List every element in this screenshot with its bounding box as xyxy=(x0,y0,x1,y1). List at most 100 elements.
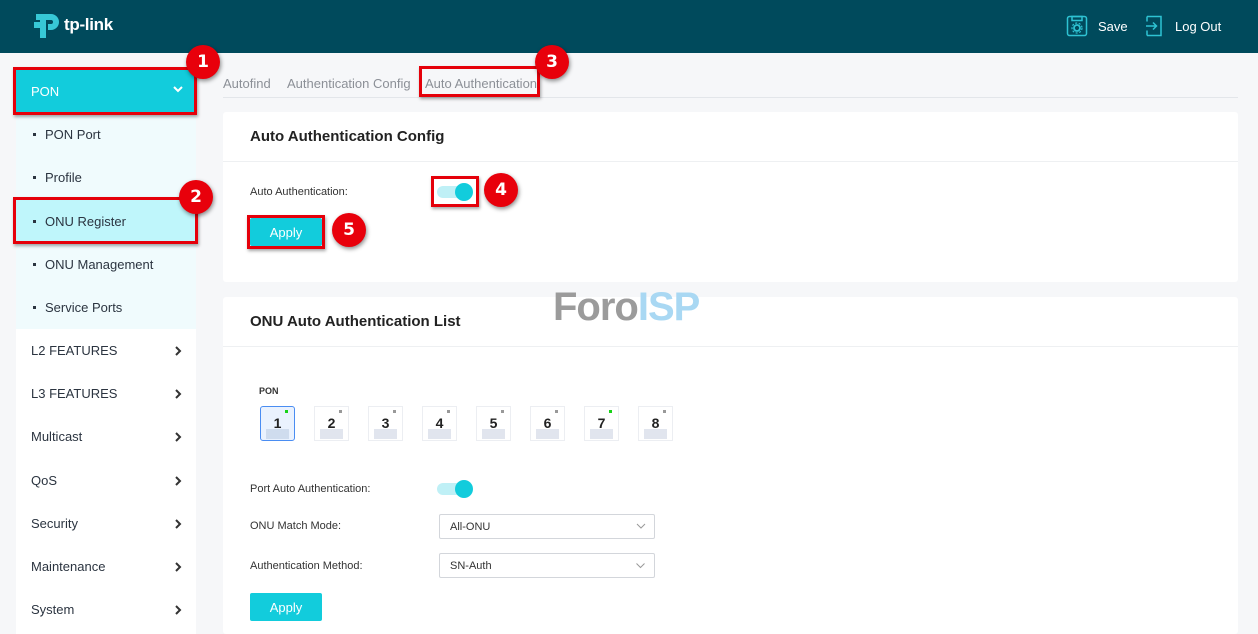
sidebar-item-label: QoS xyxy=(31,473,58,488)
tab-bar: Autofind Authentication Config Auto Auth… xyxy=(223,70,1238,98)
save-label: Save xyxy=(1098,18,1128,34)
tab-auto-authentication[interactable]: Auto Authentication xyxy=(425,76,537,91)
port-number: 2 xyxy=(327,415,336,431)
sidebar-item-service-ports[interactable]: Service Ports xyxy=(16,286,196,329)
onu-auto-auth-list-card: ONU Auto Authentication List ForoISP PON… xyxy=(223,285,1238,634)
sidebar-item-pon-port[interactable]: PON Port xyxy=(16,113,196,156)
top-header: tp-link Save Log Out xyxy=(0,0,1258,53)
card-title: ONU Auto Authentication List xyxy=(223,297,1238,347)
link-status-led-icon xyxy=(555,410,558,413)
logout-button[interactable]: Log Out xyxy=(1145,15,1221,37)
port-number: 8 xyxy=(651,415,660,431)
sidebar-item-label: System xyxy=(31,602,75,617)
sidebar-item-system[interactable]: System xyxy=(16,588,196,631)
chevron-right-icon xyxy=(175,476,182,486)
tab-autofind[interactable]: Autofind xyxy=(223,76,271,91)
pon-submenu: PON Port Profile ONU Register ONU Manage… xyxy=(16,113,196,329)
pon-port-4[interactable]: 4 xyxy=(422,406,457,441)
tp-link-logo: tp-link xyxy=(33,10,113,40)
auto-auth-toggle[interactable] xyxy=(437,183,473,201)
auto-auth-config-card: Auto Authentication Config Auto Authenti… xyxy=(223,112,1238,282)
chevron-right-icon xyxy=(175,562,182,572)
chevron-right-icon xyxy=(175,389,182,399)
watermark-text: Foro xyxy=(553,285,639,329)
select-value: SN-Auth xyxy=(450,559,492,572)
annotation-badge-4: 4 xyxy=(484,173,518,207)
bullet-icon xyxy=(33,263,36,266)
sidebar-item-onu-management[interactable]: ONU Management xyxy=(16,243,196,286)
toggle-knob xyxy=(455,480,473,498)
annotation-badge-2: 2 xyxy=(179,180,213,214)
sidebar-item-multicast[interactable]: Multicast xyxy=(16,415,196,458)
pon-port-1[interactable]: 1 xyxy=(260,406,295,441)
sidebar-item-label: L3 FEATURES xyxy=(31,386,118,401)
port-auto-auth-label: Port Auto Authentication: xyxy=(250,483,371,495)
chevron-down-icon xyxy=(173,86,183,93)
port-number: 5 xyxy=(489,415,498,431)
bullet-icon xyxy=(33,220,36,223)
port-number: 7 xyxy=(597,415,606,431)
sidebar-item-security[interactable]: Security xyxy=(16,502,196,545)
pon-port-2[interactable]: 2 xyxy=(314,406,349,441)
auth-method-select[interactable]: SN-Auth xyxy=(439,553,655,578)
link-status-led-icon xyxy=(501,410,504,413)
pon-port-7[interactable]: 7 xyxy=(584,406,619,441)
sidebar-item-label: PON xyxy=(31,83,60,99)
apply-button[interactable]: Apply xyxy=(250,218,322,246)
pon-port-8[interactable]: 8 xyxy=(638,406,673,441)
auth-method-label: Authentication Method: xyxy=(250,560,363,572)
link-status-led-icon xyxy=(339,410,342,413)
annotation-badge-1: 1 xyxy=(186,45,220,79)
link-status-led-icon xyxy=(393,410,396,413)
sidebar-item-label: L2 FEATURES xyxy=(31,343,118,358)
watermark-text: ISP xyxy=(637,285,700,329)
link-status-led-icon xyxy=(285,410,288,413)
card-title: Auto Authentication Config xyxy=(223,112,1238,162)
bullet-icon xyxy=(33,306,36,309)
port-number: 6 xyxy=(543,415,552,431)
chevron-right-icon xyxy=(175,519,182,529)
sidebar-item-label: Profile xyxy=(45,170,82,185)
chevron-down-icon xyxy=(636,523,646,529)
pon-port-3[interactable]: 3 xyxy=(368,406,403,441)
link-status-led-icon xyxy=(663,410,666,413)
port-number: 3 xyxy=(381,415,390,431)
port-auto-auth-toggle[interactable] xyxy=(437,480,473,498)
chevron-right-icon xyxy=(175,432,182,442)
sidebar-item-label: PON Port xyxy=(45,127,101,142)
save-gear-icon xyxy=(1066,15,1088,37)
logout-label: Log Out xyxy=(1175,18,1222,34)
chevron-down-icon xyxy=(636,563,645,569)
tab-authentication-config[interactable]: Authentication Config xyxy=(287,76,411,91)
sidebar-item-profile[interactable]: Profile xyxy=(16,156,196,199)
tp-link-logo-icon xyxy=(34,14,59,38)
onu-match-mode-label: ONU Match Mode: xyxy=(250,520,342,532)
onu-match-mode-select[interactable]: All-ONU xyxy=(439,514,655,539)
foroisp-watermark: ForoISP xyxy=(553,285,700,330)
sidebar-item-l3-features[interactable]: L3 FEATURES xyxy=(16,372,196,415)
bullet-icon xyxy=(33,133,36,136)
bullet-icon xyxy=(33,176,36,179)
sidebar-item-l2-features[interactable]: L2 FEATURES xyxy=(16,329,196,372)
link-status-led-icon xyxy=(447,410,450,413)
sidebar-item-label: ONU Management xyxy=(45,257,154,272)
port-number: 4 xyxy=(435,415,444,431)
link-status-led-icon xyxy=(609,410,612,413)
pon-port-5[interactable]: 5 xyxy=(476,406,511,441)
sidebar: PON PON Port Profile ONU Register ONU Ma… xyxy=(16,69,196,634)
sidebar-item-qos[interactable]: QoS xyxy=(16,459,196,502)
chevron-right-icon xyxy=(175,605,182,615)
sidebar-item-label: ONU Register xyxy=(45,214,126,229)
annotation-badge-5: 5 xyxy=(332,213,366,247)
brand-name: tp-link xyxy=(64,15,113,34)
chevron-right-icon xyxy=(175,346,182,356)
logout-icon xyxy=(1146,15,1162,37)
port-apply-button[interactable]: Apply xyxy=(250,593,322,621)
annotation-badge-3: 3 xyxy=(535,45,569,79)
save-button[interactable]: Save xyxy=(1066,15,1128,37)
sidebar-item-maintenance[interactable]: Maintenance xyxy=(16,545,196,588)
pon-label: PON xyxy=(259,386,279,396)
sidebar-item-pon[interactable]: PON xyxy=(16,69,196,113)
sidebar-item-onu-register[interactable]: ONU Register xyxy=(16,200,196,243)
pon-port-6[interactable]: 6 xyxy=(530,406,565,441)
